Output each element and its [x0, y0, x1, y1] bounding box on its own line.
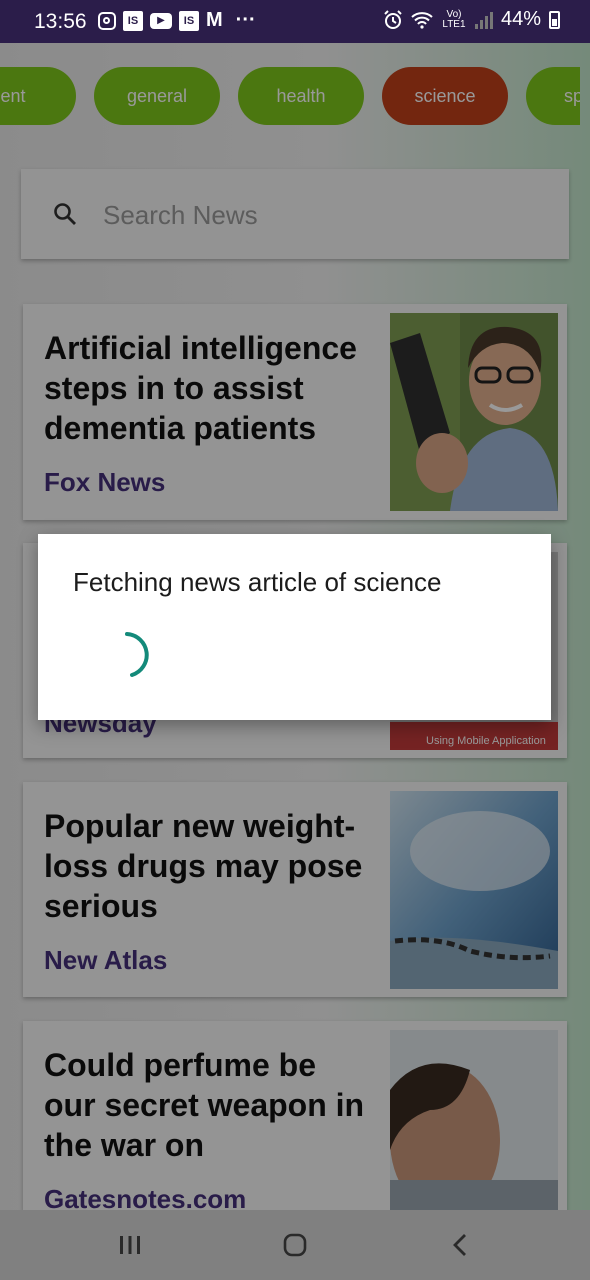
loading-dialog: Fetching news article of science — [38, 534, 551, 720]
home-icon — [283, 1233, 307, 1257]
network-type-label: Vo) LTE1 — [442, 8, 466, 30]
back-button[interactable] — [440, 1228, 480, 1262]
clock: 13:56 — [34, 10, 87, 33]
wifi-icon — [411, 11, 433, 29]
youtube-icon: ▶ — [150, 12, 172, 29]
loading-message: Fetching news article of science — [73, 567, 442, 597]
home-button[interactable] — [275, 1228, 315, 1262]
recent-apps-icon — [120, 1236, 140, 1254]
battery-icon — [549, 10, 560, 29]
is-app-icon: IS — [123, 10, 143, 31]
back-icon — [453, 1234, 466, 1256]
is-app-icon: IS — [179, 10, 199, 31]
loading-spinner-icon — [125, 632, 149, 677]
recent-apps-button[interactable] — [110, 1228, 150, 1262]
alarm-icon — [384, 9, 402, 29]
system-nav-bar — [0, 1210, 590, 1280]
status-bar: 13:56 IS ▶ IS M ··· Vo) LTE1 44% — [0, 0, 590, 43]
gmail-icon: M — [206, 9, 223, 31]
signal-icon — [474, 11, 493, 29]
more-dots-icon: ··· — [235, 9, 256, 31]
battery-percent: 44% — [500, 8, 541, 30]
instagram-icon — [98, 11, 116, 30]
